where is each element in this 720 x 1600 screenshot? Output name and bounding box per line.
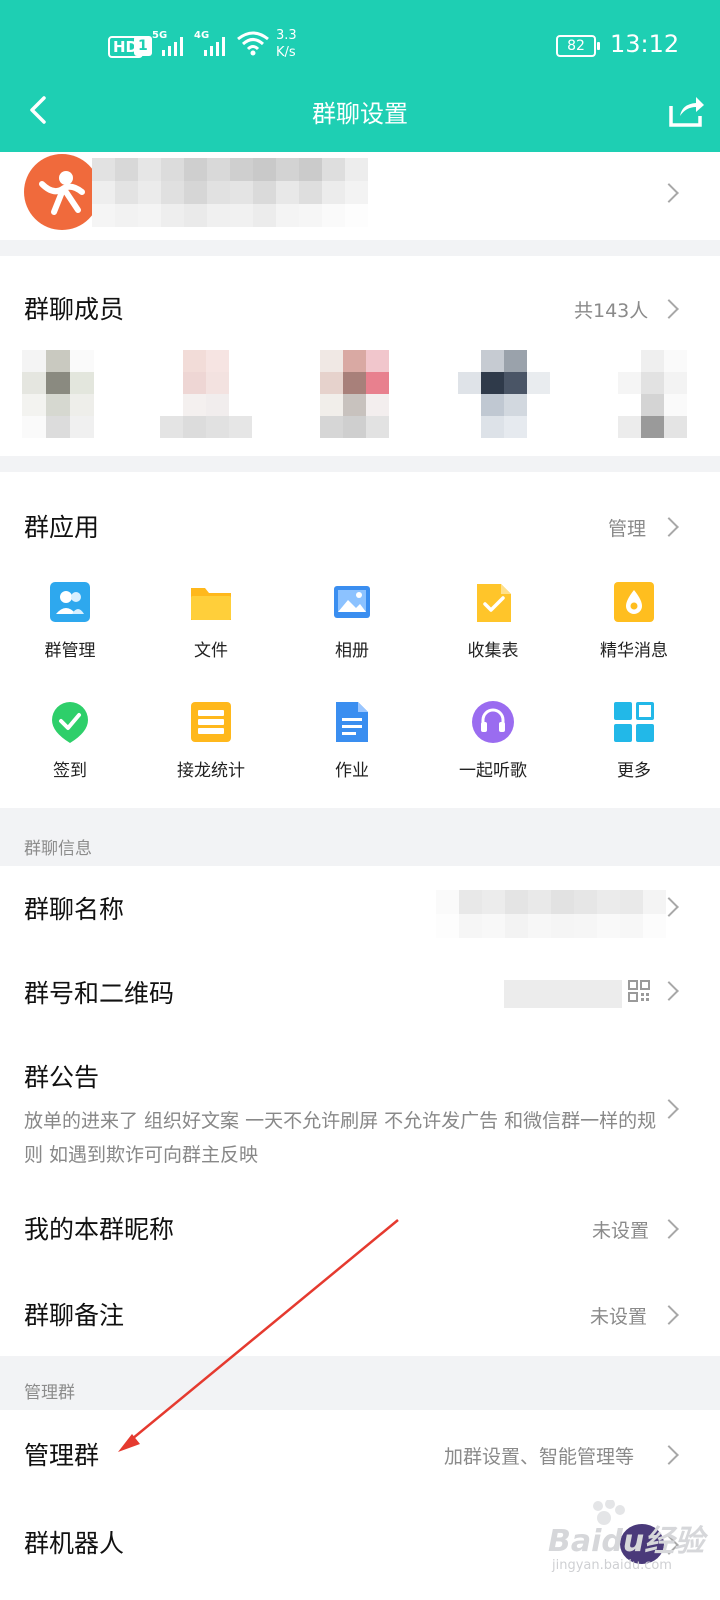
watermark-brand: Baidu经验 — [548, 1524, 705, 1559]
chevron-right-icon — [659, 1445, 679, 1465]
app-label: 作业 — [335, 761, 369, 781]
group-name-blurred — [92, 158, 368, 227]
app-label: 相册 — [335, 641, 369, 661]
member-avatar[interactable] — [458, 350, 550, 438]
members-count[interactable]: 共143人 — [574, 296, 648, 323]
title-bar: HD 1 5G 4G 3.3 K/s 82 13:12 群聊设置 — [0, 0, 720, 152]
signal-icon-2 — [204, 36, 230, 56]
network-speed: 3.3 K/s — [276, 27, 297, 61]
folder-icon — [191, 588, 231, 620]
chevron-right-icon[interactable] — [659, 517, 679, 537]
member-avatar[interactable] — [160, 350, 252, 438]
group-info-section: 群聊名称 群号和二维码 群公告 放单的进来了 组织好文案 一天不允许刷屏 不允许… — [0, 866, 720, 1356]
group-id-qr-row[interactable]: 群号和二维码 — [0, 950, 720, 1034]
wifi-icon — [237, 31, 269, 56]
my-nickname-row[interactable]: 我的本群昵称 未设置 — [0, 1184, 720, 1270]
group-remark-row[interactable]: 群聊备注 未设置 — [0, 1270, 720, 1356]
member-avatar[interactable] — [320, 350, 390, 438]
manage-group-title: 管理群 — [24, 1441, 100, 1470]
group-avatar — [24, 154, 100, 230]
group-notice-text: 放单的进来了 组织好文案 一天不允许刷屏 不允许发广告 和微信群一样的规则 如遇… — [24, 1110, 657, 1166]
manage-group-row[interactable]: 管理群 加群设置、智能管理等 — [0, 1410, 720, 1494]
group-name-value-blurred — [436, 890, 666, 938]
chevron-right-icon — [659, 1305, 679, 1325]
group-id-qr-title: 群号和二维码 — [24, 979, 175, 1008]
baidu-watermark: Baidu经验 jingyan.baidu.com — [548, 1499, 718, 1590]
speed-unit: K/s — [276, 45, 296, 60]
member-avatar[interactable] — [22, 350, 98, 438]
chevron-right-icon — [659, 1219, 679, 1239]
group-notice-row[interactable]: 群公告 放单的进来了 组织好文案 一天不允许刷屏 不允许发广告 和微信群一样的规… — [0, 1034, 720, 1184]
my-nickname-value: 未设置 — [592, 1220, 650, 1242]
group-apps-title: 群应用 — [24, 513, 100, 542]
photo-album-icon — [334, 586, 370, 618]
share-icon[interactable] — [668, 94, 706, 128]
members-title: 群聊成员 — [24, 295, 125, 324]
group-notice-title: 群公告 — [24, 1063, 100, 1092]
group-apps-manage[interactable]: 管理 — [608, 514, 646, 541]
qr-code-icon — [628, 980, 650, 1002]
sim-indicator: 1 — [134, 36, 152, 56]
group-remark-value: 未设置 — [590, 1306, 648, 1328]
clock: 13:12 — [610, 30, 680, 58]
essence-message-icon — [614, 582, 654, 622]
status-bar: HD 1 5G 4G 3.3 K/s 82 13:12 — [0, 0, 720, 90]
watermark-url: jingyan.baidu.com — [552, 1558, 672, 1573]
relay-stats-icon — [191, 702, 231, 742]
member-avatar[interactable] — [618, 350, 688, 438]
group-robot-title: 群机器人 — [24, 1529, 125, 1558]
more-grid-icon — [614, 702, 654, 742]
group-name-row[interactable]: 群聊名称 — [0, 866, 720, 950]
page-title: 群聊设置 — [312, 100, 408, 128]
app-label: 更多 — [617, 761, 651, 781]
chevron-right-icon — [659, 183, 679, 203]
group-profile-row[interactable] — [0, 152, 720, 240]
app-label: 群管理 — [44, 641, 96, 661]
app-label: 精华消息 — [600, 641, 668, 661]
group-apps-section: 群应用 管理 群管理 文件 相册 收集表 精华消息 签到 接龙统计 作业 一起听… — [0, 472, 720, 808]
group-manage-icon — [50, 582, 90, 622]
manage-group-value: 加群设置、智能管理等 — [444, 1446, 635, 1468]
group-avatar-icon — [39, 171, 85, 215]
app-label: 收集表 — [467, 641, 519, 661]
headphones-icon — [472, 701, 514, 743]
app-label: 接龙统计 — [177, 761, 245, 781]
chevron-right-icon — [659, 981, 679, 1001]
manage-group-header: 管理群 — [24, 1383, 75, 1403]
collect-form-icon — [477, 584, 511, 622]
homework-icon — [336, 702, 368, 742]
speed-value: 3.3 — [276, 28, 297, 43]
app-label: 文件 — [194, 641, 228, 661]
signal-icon — [162, 36, 188, 56]
battery-icon: 82 — [556, 35, 600, 57]
chevron-right-icon[interactable] — [659, 299, 679, 319]
group-id-value-blurred — [504, 980, 622, 1008]
my-nickname-title: 我的本群昵称 — [24, 1215, 175, 1244]
members-section: 群聊成员 共143人 — [0, 256, 720, 456]
group-name-title: 群聊名称 — [24, 895, 125, 924]
app-label: 签到 — [53, 761, 87, 781]
group-remark-title: 群聊备注 — [24, 1301, 125, 1330]
group-info-header: 群聊信息 — [24, 839, 92, 859]
check-in-icon — [52, 702, 88, 743]
app-label: 一起听歌 — [459, 761, 527, 781]
